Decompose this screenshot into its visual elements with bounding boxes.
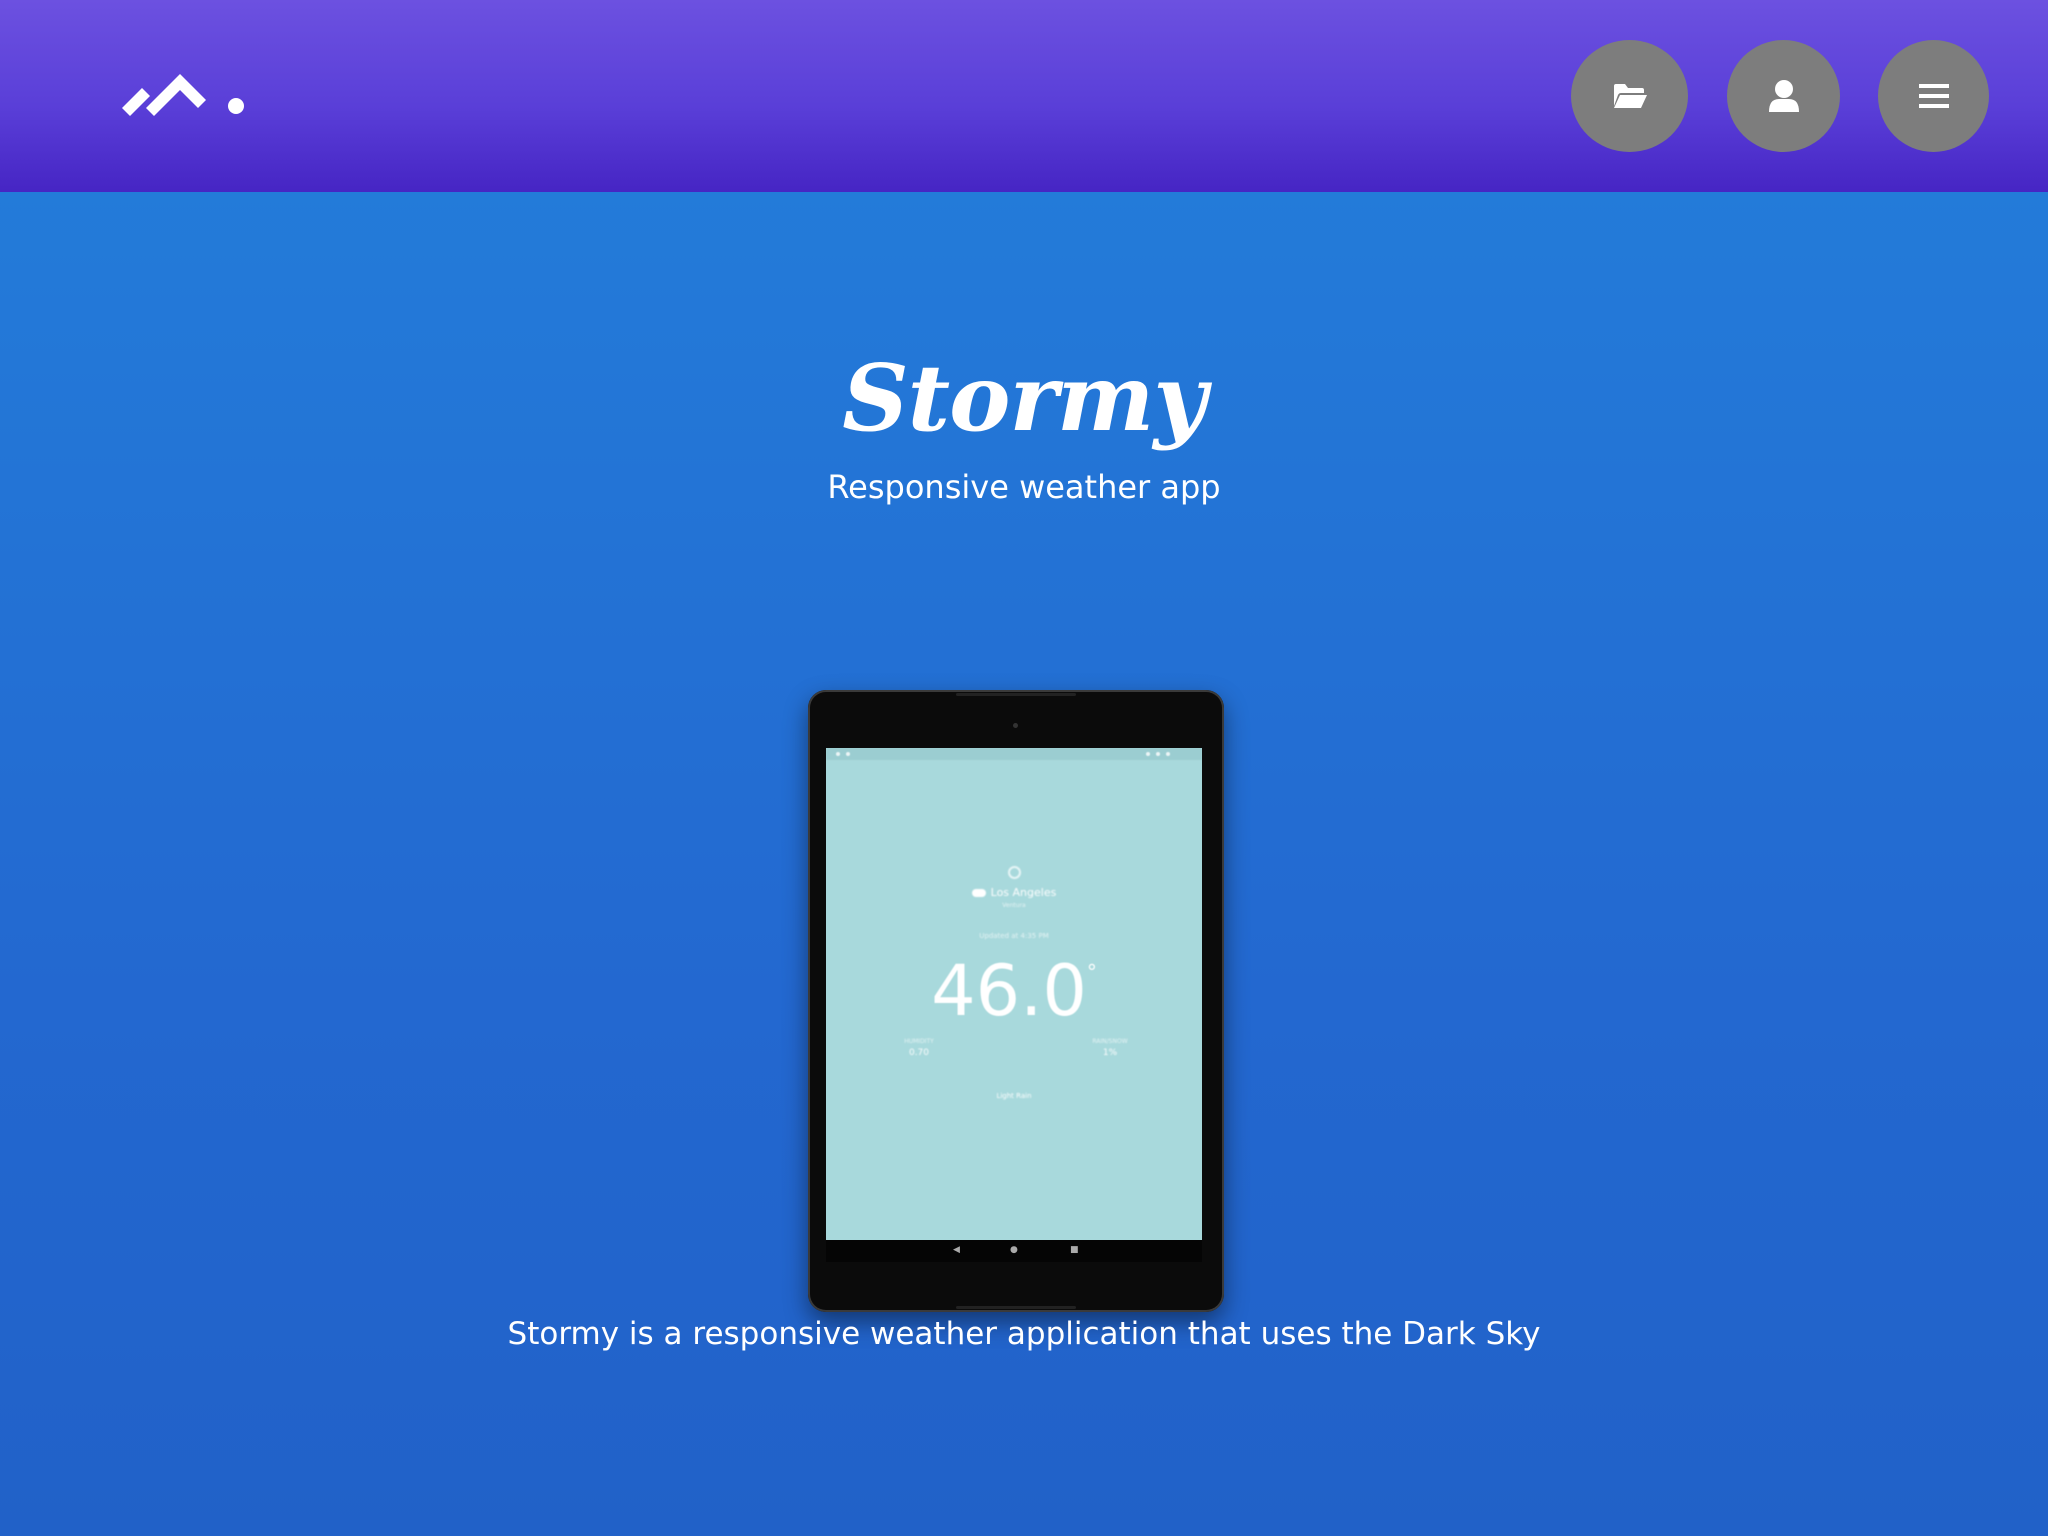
humidity-stat: HUMIDITY 0.70 — [879, 1038, 959, 1058]
back-icon[interactable]: ◀ — [953, 1245, 960, 1255]
updated-time: Updated at 4:35 PM — [979, 932, 1049, 940]
signal-icon — [1156, 752, 1160, 756]
precip-value: 1% — [1102, 1048, 1118, 1058]
menu-button[interactable] — [1878, 40, 1989, 152]
brand-logo-icon[interactable] — [118, 68, 248, 120]
temperature-value: 46.0 — [931, 950, 1087, 1032]
refresh-icon[interactable] — [1008, 866, 1021, 879]
folder-open-icon — [1612, 82, 1648, 110]
degree-symbol: ° — [1086, 960, 1097, 984]
battery-icon — [1166, 752, 1170, 756]
wifi-icon — [1146, 752, 1150, 756]
cloud-icon — [971, 889, 986, 897]
tablet-mockup: Los Angeles Ventura Updated at 4:35 PM 4… — [808, 690, 1224, 1312]
top-header — [0, 0, 2048, 192]
projects-button[interactable] — [1571, 40, 1688, 152]
tablet-camera — [1013, 723, 1018, 728]
location-label: Los Angeles — [826, 886, 1202, 899]
humidity-value: 0.70 — [908, 1048, 930, 1058]
page-title: Stormy — [842, 344, 1207, 452]
recent-apps-icon[interactable]: ■ — [1070, 1245, 1079, 1255]
page-subtitle: Responsive weather app — [827, 468, 1221, 506]
project-description: Stormy is a responsive weather applicati… — [507, 1316, 1541, 1352]
precip-label: RAIN/SNOW — [1092, 1038, 1128, 1045]
tablet-speaker — [956, 693, 1076, 696]
sublocation-label: Ventura — [1002, 902, 1026, 909]
hamburger-menu-icon — [1918, 83, 1949, 109]
tablet-speaker — [956, 1306, 1076, 1309]
user-icon — [1768, 79, 1800, 113]
precip-stat: RAIN/SNOW 1% — [1070, 1038, 1150, 1058]
android-nav-bar: ◀ ● ■ — [826, 1240, 1202, 1262]
status-bar — [826, 748, 1202, 760]
weather-summary: Light Rain — [996, 1092, 1032, 1100]
temperature-readout: 46.0° — [826, 956, 1202, 1026]
notification-icon — [846, 752, 850, 756]
humidity-label: HUMIDITY — [904, 1038, 934, 1045]
notification-icon — [836, 752, 840, 756]
tablet-screen: Los Angeles Ventura Updated at 4:35 PM 4… — [826, 748, 1202, 1240]
profile-button[interactable] — [1727, 40, 1840, 152]
home-icon[interactable]: ● — [1010, 1245, 1018, 1255]
